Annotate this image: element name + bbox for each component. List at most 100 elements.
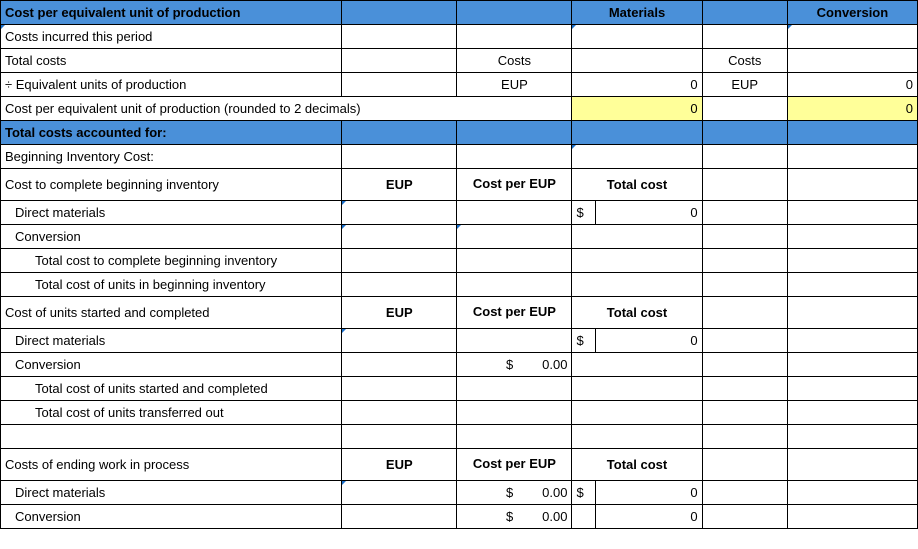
blank <box>787 121 917 145</box>
cell[interactable] <box>702 169 787 201</box>
cell[interactable] <box>787 505 917 529</box>
row-cost-units-started: Cost of units started and completed <box>1 297 342 329</box>
cell[interactable] <box>787 449 917 481</box>
cell[interactable] <box>702 297 787 329</box>
cell[interactable] <box>342 49 457 73</box>
cell[interactable] <box>342 353 457 377</box>
cell[interactable] <box>787 481 917 505</box>
cell[interactable] <box>342 425 457 449</box>
cell[interactable] <box>702 225 787 249</box>
cell[interactable] <box>572 145 702 169</box>
cell[interactable] <box>457 377 572 401</box>
cell[interactable] <box>342 145 457 169</box>
value-dm-total[interactable]: 0 <box>595 201 702 225</box>
cell[interactable] <box>702 425 787 449</box>
cell[interactable] <box>457 329 572 353</box>
cell[interactable] <box>702 329 787 353</box>
cell[interactable] <box>702 273 787 297</box>
cell[interactable] <box>572 225 702 249</box>
cell[interactable] <box>342 249 457 273</box>
value-dm-total[interactable]: 0 <box>595 329 702 353</box>
currency-symbol: $ <box>572 329 595 353</box>
cell[interactable] <box>702 377 787 401</box>
cell[interactable] <box>342 401 457 425</box>
cell[interactable] <box>787 401 917 425</box>
row-dm: Direct materials <box>1 329 342 353</box>
cell[interactable] <box>787 377 917 401</box>
currency-symbol: $ <box>572 201 595 225</box>
cell[interactable] <box>572 505 595 529</box>
row-beg-inv-cost: Beginning Inventory Cost: <box>1 145 342 169</box>
cell[interactable] <box>702 481 787 505</box>
cell[interactable] <box>457 249 572 273</box>
row-conversion: Conversion <box>1 353 342 377</box>
cell[interactable] <box>702 97 787 121</box>
value-materials-cpe[interactable]: 0 <box>572 97 702 121</box>
cell[interactable] <box>572 425 702 449</box>
value-dm-cpe[interactable]: $ 0.00 <box>457 481 572 505</box>
blank <box>572 121 702 145</box>
cell[interactable] <box>702 201 787 225</box>
cell[interactable] <box>787 249 917 273</box>
cell[interactable] <box>572 377 702 401</box>
cell[interactable] <box>572 49 702 73</box>
cell[interactable] <box>342 505 457 529</box>
row-conversion: Conversion <box>1 225 342 249</box>
cell[interactable] <box>342 225 457 249</box>
cell[interactable] <box>457 425 572 449</box>
cell[interactable] <box>787 273 917 297</box>
cell[interactable] <box>702 449 787 481</box>
cell[interactable] <box>787 49 917 73</box>
cell[interactable] <box>702 505 787 529</box>
cell[interactable] <box>787 25 917 49</box>
cell[interactable] <box>702 25 787 49</box>
cell[interactable] <box>572 249 702 273</box>
cell[interactable] <box>702 145 787 169</box>
cell[interactable] <box>457 25 572 49</box>
cell[interactable] <box>572 25 702 49</box>
cell[interactable] <box>787 353 917 377</box>
cell[interactable] <box>702 401 787 425</box>
cell[interactable] <box>572 273 702 297</box>
cell[interactable] <box>787 201 917 225</box>
value-conversion-eup[interactable]: 0 <box>787 73 917 97</box>
cell[interactable] <box>342 377 457 401</box>
col-eup: EUP <box>342 297 457 329</box>
cell[interactable] <box>787 145 917 169</box>
cell[interactable] <box>572 401 702 425</box>
cell[interactable] <box>572 353 702 377</box>
cell[interactable] <box>342 273 457 297</box>
currency-symbol: $ <box>572 481 595 505</box>
col-total-cost: Total cost <box>572 169 702 201</box>
cell[interactable] <box>702 249 787 273</box>
value-conv-cpe[interactable]: $ 0.00 <box>457 505 572 529</box>
cell[interactable] <box>342 481 457 505</box>
row-total-costs: Total costs <box>1 49 342 73</box>
cell[interactable] <box>787 425 917 449</box>
cell[interactable] <box>787 297 917 329</box>
blank <box>342 121 457 145</box>
value-dm-total[interactable]: 0 <box>595 481 702 505</box>
label-eup: EUP <box>457 73 572 97</box>
value-conv-total[interactable]: 0 <box>595 505 702 529</box>
cell[interactable] <box>342 329 457 353</box>
cell[interactable] <box>787 169 917 201</box>
cell[interactable] <box>787 225 917 249</box>
header-total-costs-accounted: Total costs accounted for: <box>1 121 342 145</box>
cell[interactable] <box>702 353 787 377</box>
value-conversion-cpe[interactable]: 0 <box>787 97 917 121</box>
value-materials-eup[interactable]: 0 <box>572 73 702 97</box>
cell[interactable] <box>342 73 457 97</box>
cell[interactable] <box>457 273 572 297</box>
cell[interactable] <box>342 25 457 49</box>
col-eup: EUP <box>342 449 457 481</box>
cell[interactable] <box>787 329 917 353</box>
row-dm: Direct materials <box>1 481 342 505</box>
value-conv-cpe[interactable]: $ 0.00 <box>457 353 572 377</box>
cell[interactable] <box>457 201 572 225</box>
cell[interactable] <box>457 145 572 169</box>
cell[interactable] <box>342 201 457 225</box>
cell[interactable] <box>457 401 572 425</box>
cell[interactable] <box>457 225 572 249</box>
col-cost-per-eup: Cost per EUP <box>457 449 572 481</box>
